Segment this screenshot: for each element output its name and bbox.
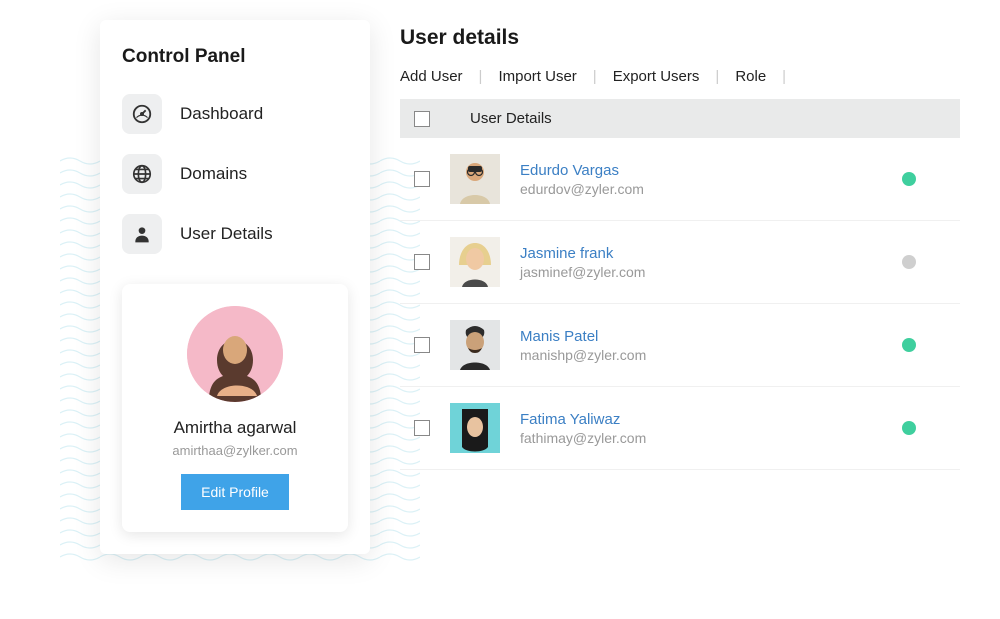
avatar bbox=[450, 320, 500, 370]
sidebar-item-dashboard[interactable]: Dashboard bbox=[122, 94, 348, 134]
user-email: manishp@zyler.com bbox=[520, 347, 882, 363]
table-row: Fatima Yaliwaz fathimay@zyler.com bbox=[400, 387, 960, 470]
user-name-link[interactable]: Edurdo Vargas bbox=[520, 162, 882, 179]
status-indicator bbox=[902, 338, 916, 352]
row-checkbox[interactable] bbox=[414, 171, 430, 187]
user-icon bbox=[122, 214, 162, 254]
user-email: jasminef@zyler.com bbox=[520, 264, 882, 280]
add-user-link[interactable]: Add User bbox=[400, 68, 463, 85]
user-email: fathimay@zyler.com bbox=[520, 430, 882, 446]
avatar bbox=[187, 306, 283, 402]
user-email: edurdov@zyler.com bbox=[520, 181, 882, 197]
separator: | bbox=[715, 68, 719, 85]
sidebar-item-label: Dashboard bbox=[180, 104, 263, 124]
sidebar-item-user-details[interactable]: User Details bbox=[122, 214, 348, 254]
status-indicator bbox=[902, 172, 916, 186]
separator: | bbox=[782, 68, 786, 85]
table-row: Manis Patel manishp@zyler.com bbox=[400, 304, 960, 387]
sidebar-item-domains[interactable]: Domains bbox=[122, 154, 348, 194]
table-header-label: User Details bbox=[470, 110, 552, 127]
sidebar-item-label: User Details bbox=[180, 224, 273, 244]
page-title: User details bbox=[400, 26, 960, 50]
table-row: Edurdo Vargas edurdov@zyler.com bbox=[400, 138, 960, 221]
user-name-link[interactable]: Jasmine frank bbox=[520, 245, 882, 262]
sidebar-item-label: Domains bbox=[180, 164, 247, 184]
profile-name: Amirtha agarwal bbox=[138, 418, 332, 438]
avatar bbox=[450, 154, 500, 204]
separator: | bbox=[479, 68, 483, 85]
gauge-icon bbox=[122, 94, 162, 134]
user-name-link[interactable]: Fatima Yaliwaz bbox=[520, 411, 882, 428]
profile-card: Amirtha agarwal amirthaa@zylker.com Edit… bbox=[122, 284, 348, 532]
main-panel: User details Add User | Import User | Ex… bbox=[400, 20, 960, 554]
profile-email: amirthaa@zylker.com bbox=[138, 443, 332, 458]
sidebar-title: Control Panel bbox=[122, 46, 348, 68]
avatar bbox=[450, 403, 500, 453]
user-name-link[interactable]: Manis Patel bbox=[520, 328, 882, 345]
table-header: User Details bbox=[400, 99, 960, 138]
export-users-link[interactable]: Export Users bbox=[613, 68, 700, 85]
table-row: Jasmine frank jasminef@zyler.com bbox=[400, 221, 960, 304]
edit-profile-button[interactable]: Edit Profile bbox=[181, 474, 289, 510]
separator: | bbox=[593, 68, 597, 85]
avatar bbox=[450, 237, 500, 287]
role-link[interactable]: Role bbox=[735, 68, 766, 85]
row-checkbox[interactable] bbox=[414, 254, 430, 270]
row-checkbox[interactable] bbox=[414, 337, 430, 353]
select-all-checkbox[interactable] bbox=[414, 111, 430, 127]
import-user-link[interactable]: Import User bbox=[498, 68, 576, 85]
globe-icon bbox=[122, 154, 162, 194]
status-indicator bbox=[902, 255, 916, 269]
action-bar: Add User | Import User | Export Users | … bbox=[400, 68, 960, 85]
status-indicator bbox=[902, 421, 916, 435]
sidebar: Control Panel Dashboard Domain bbox=[100, 20, 370, 554]
row-checkbox[interactable] bbox=[414, 420, 430, 436]
